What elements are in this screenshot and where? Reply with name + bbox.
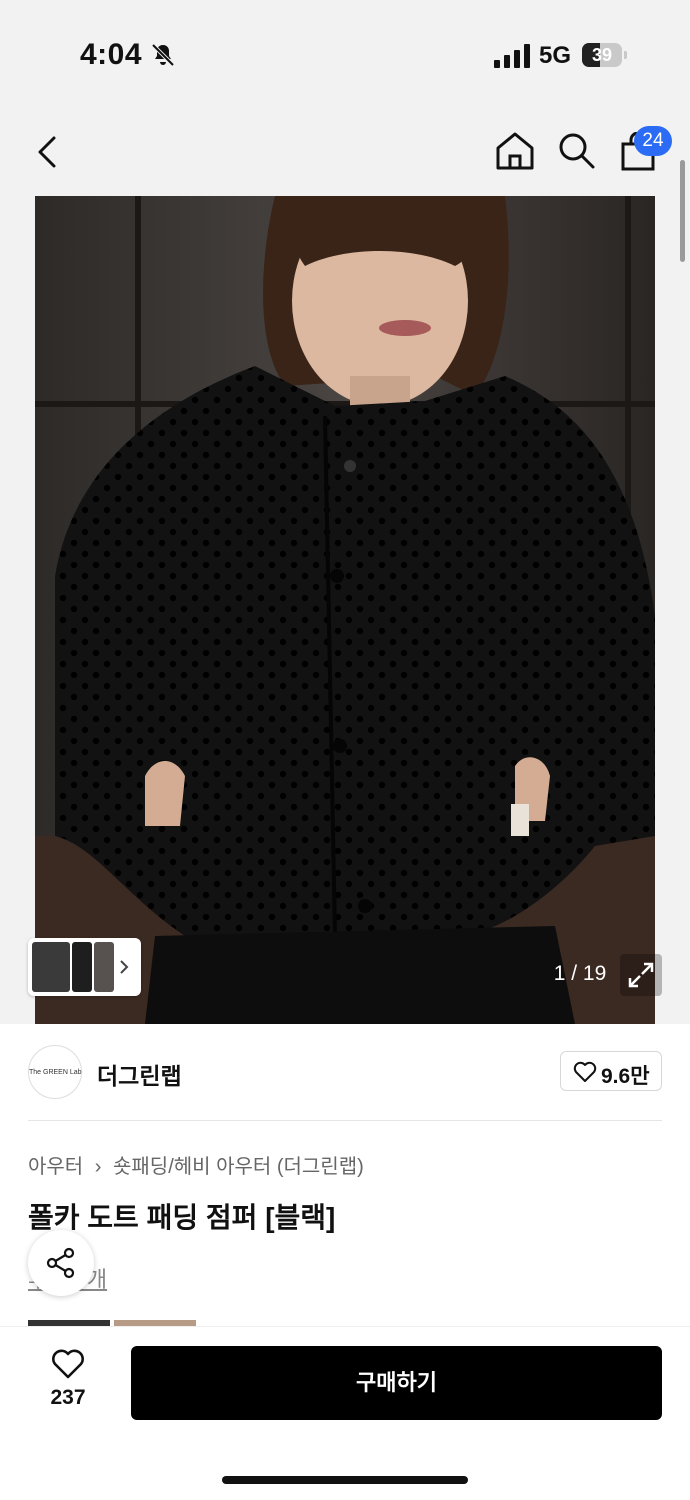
back-arrow-icon[interactable] xyxy=(30,130,70,174)
breadcrumb: 아우터 › 숏패딩/헤비 아우터 (더그린랩) xyxy=(28,1150,364,1179)
product-title: 폴카 도트 패딩 점퍼 [블랙] xyxy=(28,1202,336,1233)
status-bar: 4:04 5G 39 xyxy=(0,0,690,110)
wishlist-button[interactable]: 237 xyxy=(36,1348,100,1418)
signal-icon xyxy=(494,44,530,68)
product-image[interactable] xyxy=(35,196,655,1024)
battery-icon: 39 xyxy=(582,43,628,69)
scrollbar[interactable] xyxy=(680,160,685,262)
share-button[interactable] xyxy=(28,1230,94,1296)
thumbnail-1[interactable] xyxy=(32,942,70,992)
home-indicator[interactable] xyxy=(222,1476,468,1484)
brand-name[interactable]: 더그린랩 xyxy=(97,1057,182,1091)
bell-muted-icon xyxy=(151,43,175,67)
breadcrumb-separator: › xyxy=(94,1156,102,1178)
thumbnail-2[interactable] xyxy=(72,942,92,992)
buy-button[interactable]: 구매하기 xyxy=(131,1346,662,1420)
network-type: 5G xyxy=(539,42,572,69)
expand-icon[interactable] xyxy=(620,954,662,996)
status-time: 4:04 xyxy=(80,38,143,71)
divider xyxy=(28,1120,662,1121)
product-detail-page: 4:04 5G 39 24 1 / 19 The GREEN Lab 더그린랩 … xyxy=(0,0,690,1500)
brand-like-count: 9.6만 xyxy=(601,1065,650,1088)
chevron-right-icon xyxy=(120,960,129,974)
heart-icon xyxy=(573,1061,597,1082)
heart-icon xyxy=(52,1349,84,1379)
thumbnail-3[interactable] xyxy=(94,942,114,992)
home-icon[interactable] xyxy=(494,130,536,172)
search-icon[interactable] xyxy=(556,130,596,170)
image-counter: 1 / 19 xyxy=(553,962,607,985)
brand-logo[interactable]: The GREEN Lab xyxy=(28,1045,82,1099)
breadcrumb-item-category[interactable]: 아우터 xyxy=(28,1156,83,1178)
cart-count-badge: 24 xyxy=(634,126,672,156)
breadcrumb-item-subcategory[interactable]: 숏패딩/헤비 아우터 (더그린랩) xyxy=(113,1156,364,1178)
share-icon xyxy=(46,1247,75,1279)
product-photo xyxy=(35,196,655,1024)
brand-like-button[interactable]: 9.6만 xyxy=(560,1051,662,1091)
thumbnail-strip[interactable] xyxy=(28,938,141,996)
wishlist-count: 237 xyxy=(50,1386,86,1409)
battery-level: 39 xyxy=(591,45,613,65)
